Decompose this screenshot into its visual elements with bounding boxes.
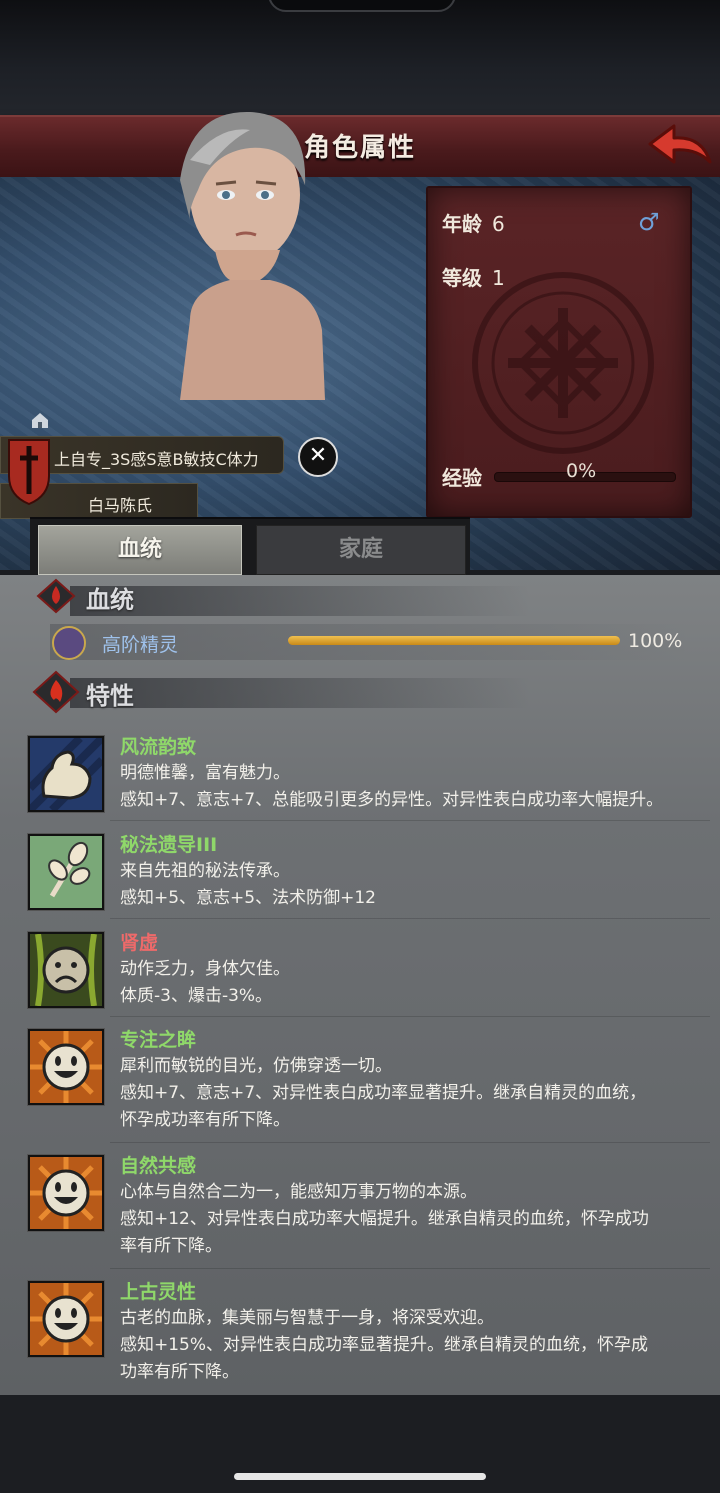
- divider: [110, 918, 710, 919]
- bloodline-name: 高阶精灵: [102, 634, 179, 656]
- male-icon: ♂: [638, 208, 660, 236]
- trait-name: 秘法遗导III: [120, 834, 218, 856]
- house-icon: [32, 413, 48, 428]
- flexed-arm-icon: [28, 736, 104, 812]
- trait-name: 风流韵致: [120, 736, 197, 758]
- exp-percent: 0%: [566, 460, 597, 482]
- trait-description: 动作乏力，身体欠佳。 体质-3、爆击-3%。: [120, 959, 290, 1006]
- bloodline-section-title: 血统: [86, 586, 134, 614]
- level-row: 等级 1: [442, 262, 505, 291]
- bloodline-emblem-icon: [52, 626, 86, 660]
- divider: [110, 1268, 710, 1269]
- trait-name: 肾虚: [120, 932, 159, 954]
- age-label: 年龄: [442, 212, 482, 236]
- flame-icon: [32, 670, 80, 714]
- divider: [110, 820, 710, 821]
- character-name: 上自专_3S感S意B敏技C体力: [54, 450, 259, 469]
- exp-label: 经验: [442, 466, 482, 490]
- level-value: 1: [492, 266, 505, 290]
- level-label: 等级: [442, 266, 482, 290]
- trait-name: 专注之眸: [120, 1029, 197, 1051]
- info-panel: 年龄 6 ♂ 等级 1 经验 0%: [426, 186, 692, 518]
- blood-drop-icon: [36, 578, 76, 614]
- home-indicator[interactable]: [234, 1473, 486, 1480]
- trait-description: 明德惟馨，富有魅力。 感知+7、意志+7、总能吸引更多的异性。对异性表白成功率大…: [120, 763, 664, 810]
- smiley-sun-icon: [28, 1029, 104, 1105]
- page-title: 角色属性: [303, 133, 416, 163]
- character-portrait: [180, 111, 325, 400]
- smiley-sun-icon: [28, 1155, 104, 1231]
- age-row: 年龄 6: [442, 208, 505, 237]
- trait-description: 来自先祖的秘法传承。 感知+5、意志+5、法术防御+12: [120, 861, 376, 908]
- back-arrow-icon[interactable]: [644, 118, 716, 172]
- status-area: [0, 0, 720, 115]
- tab-family[interactable]: 家庭: [256, 525, 466, 575]
- clan-name: 白马陈氏: [88, 496, 153, 515]
- bloodline-progress: [288, 636, 620, 645]
- bloodline-section-header: 血统: [30, 578, 530, 624]
- sad-face-icon: [28, 932, 104, 1008]
- smiley-sun-icon: [28, 1281, 104, 1357]
- divider: [110, 1142, 710, 1143]
- bloodline-percent: 100%: [628, 630, 683, 652]
- close-icon[interactable]: ✕: [298, 437, 338, 477]
- trait-description: 古老的血脉，集美丽与智慧于一身，将深受欢迎。 感知+15%、对异性表白成功率显著…: [120, 1308, 649, 1382]
- device-notch: [268, 0, 456, 12]
- trait-description: 犀利而敏锐的目光，仿佛穿透一切。 感知+7、意志+7、对异性表白成功率显著提升。…: [120, 1056, 647, 1130]
- age-value: 6: [492, 212, 505, 236]
- sword-shield-icon: [8, 439, 50, 506]
- divider: [110, 1016, 710, 1017]
- traits-section-header: 特性: [30, 670, 530, 716]
- tab-bloodline[interactable]: 血统: [38, 525, 242, 575]
- leaf-sprig-icon: [28, 834, 104, 910]
- trait-name: 自然共感: [120, 1155, 197, 1177]
- knot-emblem-icon: [472, 272, 654, 454]
- trait-name: 上古灵性: [120, 1281, 197, 1303]
- title-bar: 角色属性: [0, 115, 720, 182]
- bloodline-progress-fill: [288, 636, 620, 645]
- trait-description: 心体与自然合二为一，能感知万事万物的本源。 感知+12、对异性表白成功率大幅提升…: [120, 1182, 649, 1256]
- traits-section-title: 特性: [86, 682, 134, 710]
